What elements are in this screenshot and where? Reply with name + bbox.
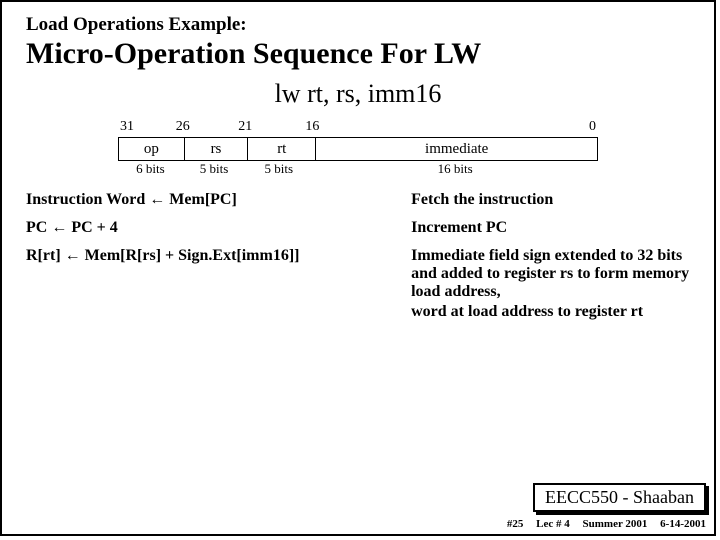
field-rt: rt — [248, 137, 316, 161]
field-boxes: op rs rt immediate — [118, 137, 598, 161]
step-load-expr: R[rt] ← Mem[R[rs] + Sign.Ext[imm16]] — [26, 247, 411, 321]
field-widths: 6 bits 5 bits 5 bits 16 bits — [118, 161, 598, 179]
width-rt: 5 bits — [245, 161, 312, 179]
bit-0: 0 — [589, 119, 596, 135]
footer-info: #25 Lec # 4 Summer 2001 6-14-2001 — [497, 518, 706, 530]
step-fetch-expr: Instruction Word ← Mem[PC] — [26, 191, 411, 209]
width-op: 6 bits — [118, 161, 183, 179]
term: Summer 2001 — [583, 518, 648, 530]
step-load: R[rt] ← Mem[R[rs] + Sign.Ext[imm16]] Imm… — [26, 247, 690, 321]
field-op: op — [118, 137, 185, 161]
step-load-desc-line2: word at load address to register rt — [411, 303, 690, 321]
title: Micro-Operation Sequence For LW — [26, 37, 714, 71]
step-fetch: Instruction Word ← Mem[PC] Fetch the ins… — [26, 191, 690, 209]
step-increment: PC ← PC + 4 Increment PC — [26, 219, 690, 237]
slide-number: #25 — [507, 518, 524, 530]
field-rs: rs — [185, 137, 248, 161]
step-load-desc: Immediate field sign extended to 32 bits… — [411, 247, 690, 321]
width-rs: 5 bits — [183, 161, 245, 179]
date: 6-14-2001 — [660, 518, 706, 530]
field-immediate: immediate — [316, 137, 598, 161]
micro-op-steps: Instruction Word ← Mem[PC] Fetch the ins… — [26, 191, 690, 321]
instruction-format: 31 26 21 16 0 op rs rt immediate 6 bits … — [118, 119, 598, 179]
bit-21: 21 — [238, 119, 252, 135]
step-increment-expr: PC ← PC + 4 — [26, 219, 411, 237]
width-imm: 16 bits — [312, 161, 598, 179]
bit-31: 31 — [120, 119, 134, 135]
bit-16: 16 — [305, 119, 319, 135]
slide-frame: Load Operations Example: Micro-Operation… — [0, 0, 716, 536]
instruction-syntax: lw rt, rs, imm16 — [2, 79, 714, 109]
bit-positions: 31 26 21 16 0 — [118, 119, 598, 137]
pretitle: Load Operations Example: — [26, 14, 714, 36]
step-increment-desc: Increment PC — [411, 219, 690, 237]
course-box: EECC550 - Shaaban — [533, 483, 706, 512]
bit-26: 26 — [176, 119, 190, 135]
step-load-desc-line1: Immediate field sign extended to 32 bits… — [411, 247, 690, 301]
step-fetch-desc: Fetch the instruction — [411, 191, 690, 209]
lecture-number: Lec # 4 — [536, 518, 570, 530]
